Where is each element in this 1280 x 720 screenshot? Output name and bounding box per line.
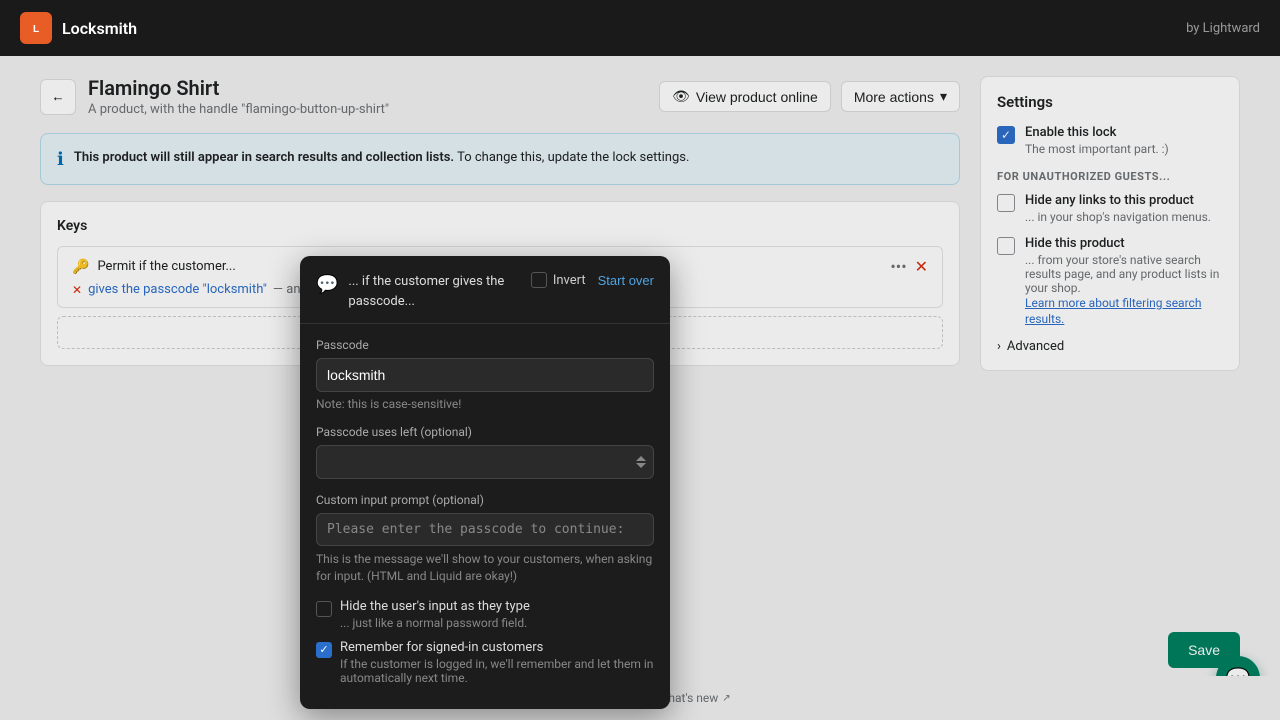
invert-label[interactable]: Invert (531, 272, 586, 288)
page-header: ← Flamingo Shirt A product, with the han… (40, 76, 960, 117)
hide-input-checkbox[interactable] (316, 601, 332, 617)
remember-checkbox[interactable] (316, 642, 332, 658)
info-banner: ℹ This product will still appear in sear… (40, 133, 960, 185)
guests-section-label: FOR UNAUTHORIZED GUESTS... (997, 170, 1223, 183)
chevron-down-icon: ▾ (940, 88, 947, 105)
enable-lock-label-wrap: Enable this lock The most important part… (1025, 125, 1169, 156)
nav-left: L Locksmith (20, 12, 137, 44)
remember-row: Remember for signed-in customers If the … (316, 640, 654, 685)
spinner-arrows[interactable] (636, 456, 646, 468)
banner-text: This product will still appear in search… (74, 148, 690, 168)
hide-product-label-wrap: Hide this product ... from your store's … (1025, 236, 1223, 327)
page-header-left: ← Flamingo Shirt A product, with the han… (40, 76, 389, 117)
key-close-icon[interactable]: ✕ (915, 257, 928, 276)
passcode-hint: Note: this is case-sensitive! (316, 397, 654, 411)
enable-lock-checkbox[interactable] (997, 126, 1015, 144)
back-button[interactable]: ← (40, 79, 76, 115)
hide-product-checkbox[interactable] (997, 237, 1015, 255)
key-icon: 🔑 (72, 259, 89, 275)
key-actions: ••• ✕ (890, 257, 928, 276)
product-title: Flamingo Shirt (88, 76, 389, 100)
start-over-button[interactable]: Start over (598, 273, 654, 288)
hide-product-row: Hide this product ... from your store's … (997, 236, 1223, 327)
key-more-icon[interactable]: ••• (890, 257, 906, 276)
popup-header-right: Invert Start over (531, 272, 654, 288)
spinner-up-icon[interactable] (636, 456, 646, 461)
keys-title: Keys (57, 218, 943, 234)
hide-input-row: Hide the user's input as they type ... j… (316, 599, 654, 630)
external-link-icon: ↗ (722, 693, 730, 704)
hide-links-row: Hide any links to this product ... in yo… (997, 193, 1223, 224)
uses-left-input[interactable] (316, 445, 654, 479)
prompt-desc: This is the message we'll show to your c… (316, 551, 654, 585)
hide-input-label: Hide the user's input as they type (340, 599, 530, 614)
hide-product-label: Hide this product (1025, 236, 1223, 251)
product-info: Flamingo Shirt A product, with the handl… (88, 76, 389, 117)
hide-links-label: Hide any links to this product (1025, 193, 1211, 208)
popup-header-text: ... if the customer gives the passcode..… (348, 272, 530, 311)
hide-links-checkbox[interactable] (997, 194, 1015, 212)
enable-lock-row: Enable this lock The most important part… (997, 125, 1223, 156)
more-actions-button[interactable]: More actions ▾ (841, 81, 960, 112)
advanced-button[interactable]: › Advanced (997, 339, 1223, 354)
passcode-label: Passcode (316, 338, 654, 352)
enable-lock-label: Enable this lock (1025, 125, 1169, 140)
prompt-field: Custom input prompt (optional) This is t… (316, 493, 654, 585)
hide-product-hint: ... from your store's native search resu… (1025, 253, 1223, 295)
settings-card: Settings Enable this lock The most impor… (980, 76, 1240, 371)
app-title: Locksmith (62, 19, 137, 38)
invert-checkbox[interactable] (531, 272, 547, 288)
hide-input-label-wrap: Hide the user's input as they type ... j… (340, 599, 530, 630)
popup-body: Passcode Note: this is case-sensitive! P… (300, 324, 670, 709)
learn-more-link[interactable]: Learn more about filtering search result… (1025, 296, 1201, 326)
uses-left-label: Passcode uses left (optional) (316, 425, 654, 439)
view-online-button[interactable]: 👁 View product online (659, 81, 831, 112)
passcode-field: Passcode Note: this is case-sensitive! (316, 338, 654, 411)
remember-hint: If the customer is logged in, we'll reme… (340, 657, 654, 685)
hide-links-label-wrap: Hide any links to this product ... in yo… (1025, 193, 1211, 224)
hide-links-hint: ... in your shop's navigation menus. (1025, 210, 1211, 224)
key-label: Permit if the customer... (97, 259, 235, 274)
popup-header-left: 💬 ... if the customer gives the passcode… (316, 272, 531, 311)
svg-text:L: L (33, 24, 39, 35)
eye-icon: 👁 (672, 88, 690, 105)
info-icon: ℹ (57, 149, 64, 170)
right-panel: Settings Enable this lock The most impor… (980, 76, 1240, 700)
spinner-down-icon[interactable] (636, 463, 646, 468)
prompt-input[interactable] (316, 513, 654, 546)
popup-comment-icon: 💬 (316, 274, 338, 295)
app-logo: L (20, 12, 52, 44)
passcode-input[interactable] (316, 358, 654, 392)
key-x-icon: ✕ (72, 283, 82, 297)
back-icon: ← (51, 89, 64, 104)
uses-left-field: Passcode uses left (optional) (316, 425, 654, 479)
chevron-right-icon: › (997, 339, 1001, 354)
prompt-label: Custom input prompt (optional) (316, 493, 654, 507)
key-condition-link[interactable]: gives the passcode "locksmith" (88, 282, 267, 297)
uses-left-spinner-wrap (316, 445, 654, 479)
remember-label-wrap: Remember for signed-in customers If the … (340, 640, 654, 685)
product-subtitle: A product, with the handle "flamingo-but… (88, 102, 389, 117)
passcode-popup: 💬 ... if the customer gives the passcode… (300, 256, 670, 709)
top-nav: L Locksmith by Lightward (0, 0, 1280, 56)
enable-lock-hint: The most important part. :) (1025, 142, 1169, 156)
hide-input-hint: ... just like a normal password field. (340, 616, 530, 630)
settings-title: Settings (997, 93, 1223, 111)
popup-header: 💬 ... if the customer gives the passcode… (300, 256, 670, 324)
remember-label: Remember for signed-in customers (340, 640, 654, 655)
nav-by-label: by Lightward (1186, 21, 1260, 36)
page-header-right: 👁 View product online More actions ▾ (659, 81, 960, 112)
key-label-row: 🔑 Permit if the customer... (72, 259, 236, 275)
